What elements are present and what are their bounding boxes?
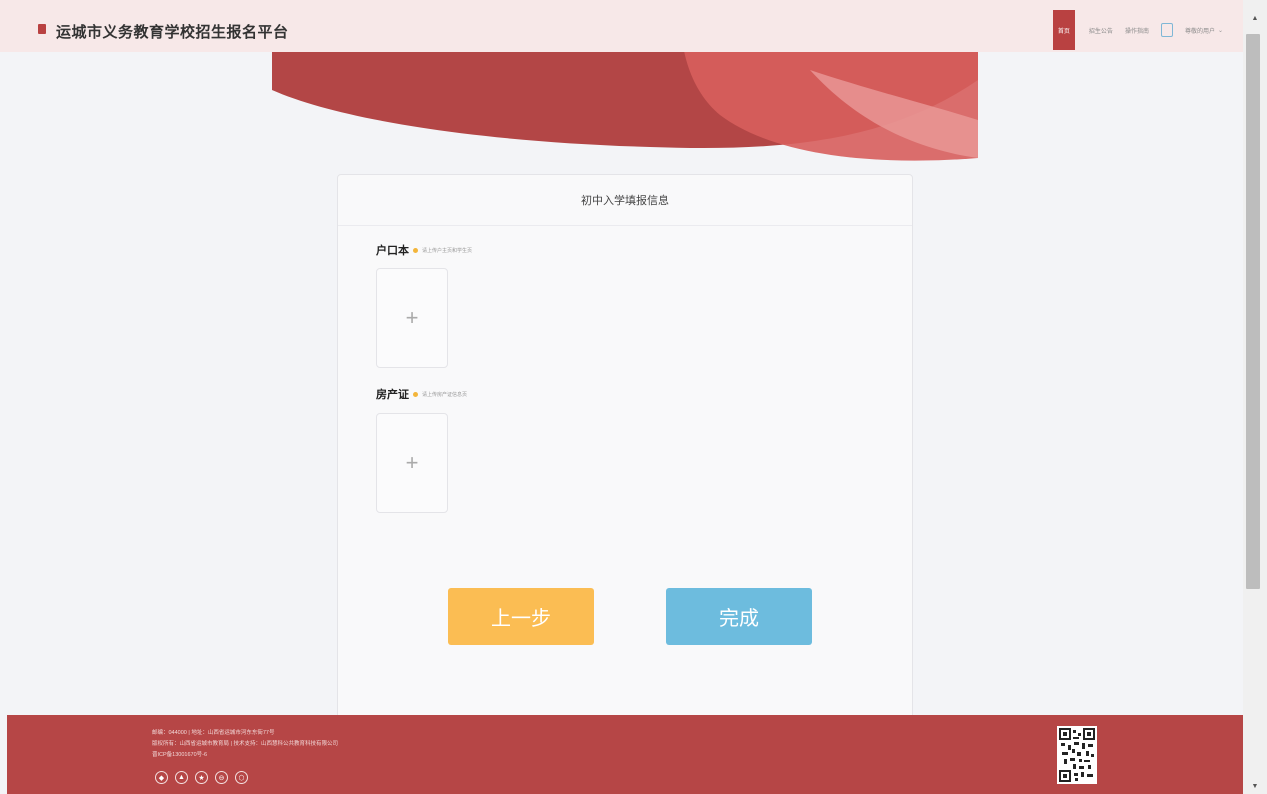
footer-line-icp[interactable]: 晋ICP备13001670号-6	[152, 750, 338, 761]
field-household-register: 户口本 请上传户主页和学生页 +	[376, 242, 472, 368]
prev-step-button[interactable]: 上一步	[448, 588, 594, 645]
required-dot	[413, 391, 418, 397]
form-title: 初中入学填报信息	[338, 175, 912, 226]
user-menu[interactable]: 尊敬的用户 ⌄	[1185, 26, 1223, 35]
nav-announcement[interactable]: 招生公告	[1089, 26, 1113, 35]
shield-icon[interactable]: ⬡	[235, 771, 248, 784]
link-badge-icon[interactable]: ⊖	[215, 771, 228, 784]
chevron-down-icon: ⌄	[1217, 27, 1223, 34]
nav-guide[interactable]: 操作指南	[1125, 26, 1149, 35]
field-label-text: 户口本	[376, 245, 409, 257]
required-dot	[413, 247, 418, 253]
scroll-down-icon[interactable]: ▼	[1243, 778, 1267, 794]
footer-line-address: 邮编：044000 | 地址：山西省运城市河东东街77号	[152, 730, 275, 736]
field-label: 房产证 请上传房产证信息页	[376, 386, 467, 402]
footer-badges: ◆ ▲ ★ ⊖ ⬡	[155, 771, 248, 784]
vertical-scrollbar[interactable]: ▲ ▼	[1243, 0, 1267, 794]
qrcode-icon	[1057, 726, 1097, 784]
top-navbar: 运城市义务教育学校招生报名平台 首页 招生公告 操作指南 尊敬的用户 ⌄	[0, 0, 1243, 52]
user-name: 尊敬的用户	[1184, 28, 1215, 35]
police-badge-icon[interactable]: ◆	[155, 771, 168, 784]
plus-icon: +	[405, 305, 419, 330]
scroll-up-icon[interactable]: ▲	[1243, 10, 1267, 26]
triangle-badge-icon[interactable]: ▲	[175, 771, 188, 784]
nav-home[interactable]: 首页	[1052, 10, 1075, 50]
footer: 邮编：044000 | 地址：山西省运城市河东东街77号 版权所有：山西省运城市…	[7, 715, 1243, 794]
field-hint: 请上传户主页和学生页	[422, 247, 473, 254]
user-avatar-icon[interactable]	[1160, 23, 1173, 37]
footer-line-copyright: 版权所有：山西省运城市教育局 | 技术支持：山西慧科公共教育科技有限公司	[152, 741, 338, 747]
footer-info: 邮编：044000 | 地址：山西省运城市河东东街77号 版权所有：山西省运城市…	[152, 728, 338, 761]
field-label-text: 房产证	[376, 389, 409, 401]
field-hint: 请上传房产证信息页	[422, 391, 468, 398]
finish-button[interactable]: 完成	[666, 588, 812, 645]
emblem-icon[interactable]: ★	[195, 771, 208, 784]
plus-icon: +	[405, 450, 419, 475]
property-certificate-upload-button[interactable]: +	[376, 413, 448, 513]
field-property-certificate: 房产证 请上传房产证信息页 +	[376, 386, 467, 513]
field-label: 户口本 请上传户主页和学生页	[376, 242, 472, 258]
nav-menu: 首页 招生公告 操作指南 尊敬的用户 ⌄	[1052, 10, 1223, 50]
scrollbar-thumb[interactable]	[1246, 34, 1260, 589]
household-register-upload-button[interactable]: +	[376, 268, 448, 368]
enrollment-form-card: 初中入学填报信息 户口本 请上传户主页和学生页 + 房产证 请上传房产证信息页 …	[337, 174, 913, 719]
site-title[interactable]: 运城市义务教育学校招生报名平台	[56, 21, 289, 42]
logo-icon	[38, 24, 46, 34]
